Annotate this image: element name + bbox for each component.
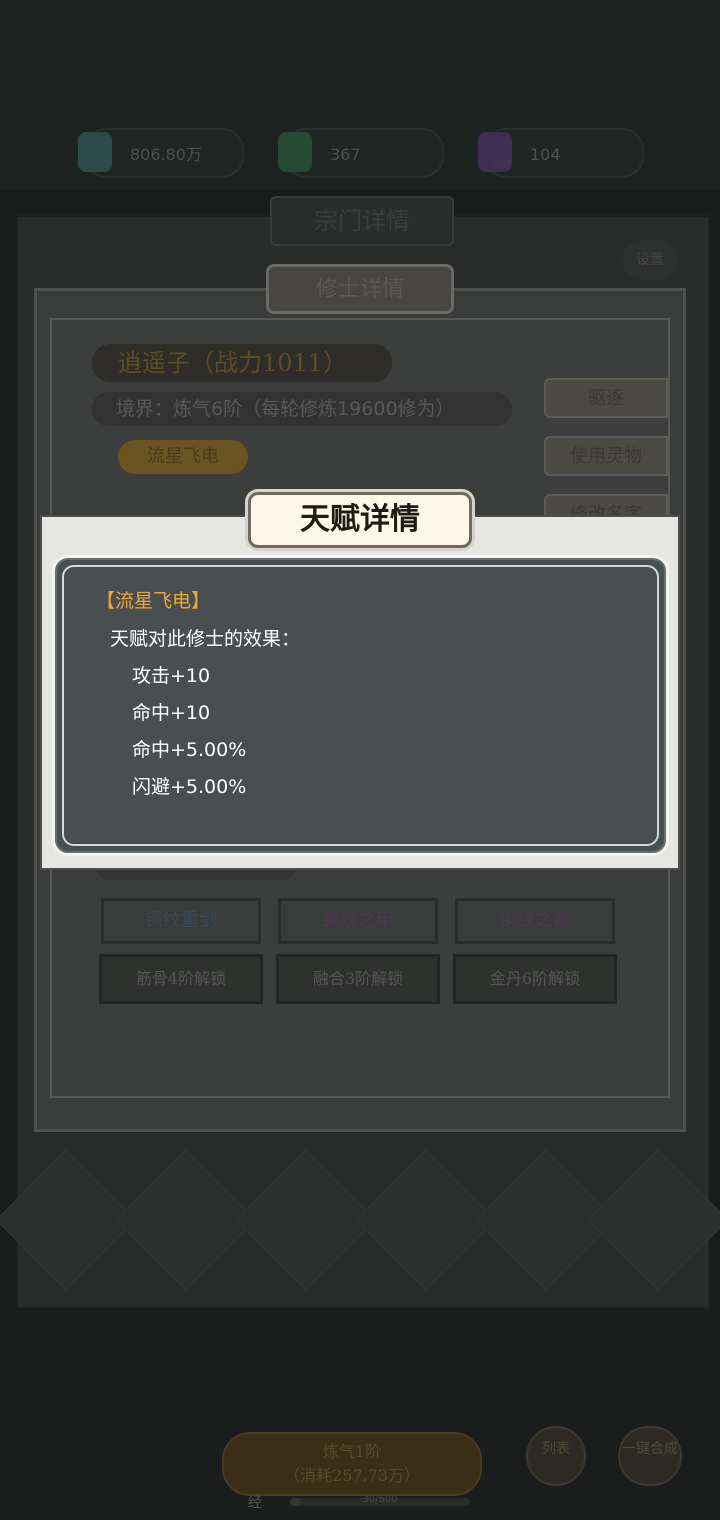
equip-sword[interactable]: 铜纹重剑 (101, 898, 261, 944)
merge-button[interactable]: 一键合成 (618, 1426, 682, 1486)
herb-counter: 367 灵草 (278, 128, 444, 178)
essence-counter: 104 天髓 (478, 128, 644, 178)
sect-settings-button[interactable]: 设置 (622, 240, 678, 280)
expel-button[interactable]: 驱逐 (544, 378, 668, 418)
exp-progress-text: 30/500 (362, 1494, 398, 1505)
unlock-slot-1: 筋骨4阶解锁 (99, 954, 263, 1004)
spirit-stone-counter: 806.80万 灵石 (78, 128, 244, 178)
list-button[interactable]: 列表 (526, 1426, 586, 1486)
cultivator-name: 逍遥子（战力1011） (92, 344, 392, 382)
talent-effect: 攻击+10 (132, 665, 211, 687)
talent-name: 【流星飞电】 (96, 590, 211, 612)
talent-effect: 命中+5.00% (132, 739, 247, 761)
exp-progress-fill (290, 1498, 301, 1506)
talent-effect-header: 天赋对此修士的效果： (110, 628, 301, 650)
use-item-button[interactable]: 使用灵物 (544, 436, 668, 476)
progress-label: 经 (248, 1495, 262, 1511)
talent-dialog-title-plaque: 天赋详情 (248, 492, 472, 548)
equip-boots[interactable]: 铜纹之靴 (455, 898, 615, 944)
talent-effect: 命中+10 (132, 702, 211, 724)
cultivator-panel-title: 修士详情 (266, 264, 454, 314)
talent-chip[interactable]: 流星飞电 (118, 440, 248, 474)
unlock-slot-2: 融合3阶解锁 (276, 954, 440, 1004)
talent-effect: 闪避+5.00% (132, 776, 247, 798)
talent-dialog-title: 天赋详情 (300, 502, 420, 537)
breakthrough-button[interactable]: 炼气1阶 （消耗257.73万） (222, 1432, 482, 1496)
cultivator-realm: 境界：炼气6阶（每轮修炼19600修为） (92, 392, 512, 426)
sect-panel-title: 宗门详情 (270, 196, 454, 246)
unlock-slot-3: 金丹6阶解锁 (453, 954, 617, 1004)
equip-armor[interactable]: 铜纹之甲 (278, 898, 438, 944)
